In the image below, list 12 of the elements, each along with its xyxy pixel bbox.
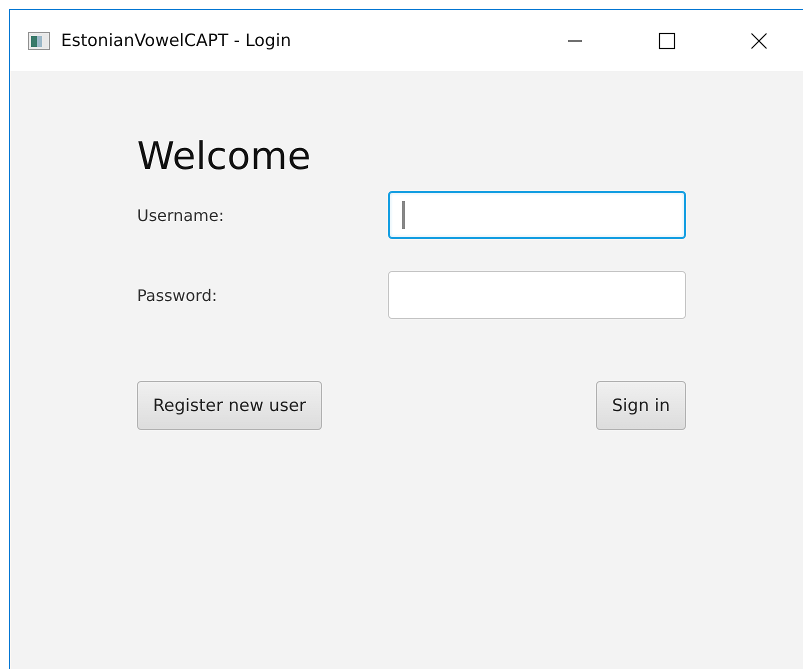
password-field[interactable] [388, 271, 686, 319]
maximize-icon [658, 32, 676, 50]
close-icon [750, 32, 768, 50]
sign-in-button[interactable]: Sign in [596, 381, 686, 430]
welcome-heading: Welcome [137, 133, 312, 179]
window-title: EstonianVowelCAPT - Login [61, 30, 292, 50]
minimize-icon [567, 40, 583, 42]
register-button[interactable]: Register new user [137, 381, 322, 430]
field-label: Username: [137, 206, 225, 224]
username-field[interactable] [388, 191, 686, 239]
app-icon [28, 32, 50, 50]
field-label: Password: [137, 286, 218, 304]
